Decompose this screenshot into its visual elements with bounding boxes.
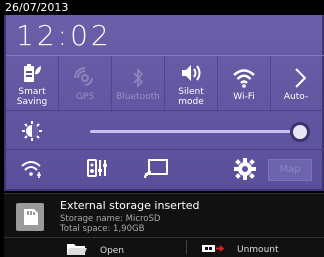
brightness-icon [22,121,42,145]
action-divider [186,240,187,254]
qs-label: GPS [75,91,95,102]
open-label: Open [100,245,125,256]
screen-mirroring-icon[interactable] [143,158,169,184]
storage-notification[interactable]: External storage inserted Storage name: … [4,193,324,257]
wifi-icon [232,67,256,89]
bluetooth-icon [131,67,145,89]
qs-smart-saving[interactable]: Smart Saving [6,56,59,112]
tools-row: Map [6,151,324,189]
qs-label: Smart Saving [16,86,48,107]
silent-mode-icon [179,62,203,84]
map-button[interactable]: Map [268,159,312,181]
smart-saving-icon [22,62,42,84]
notification-storage-name: Storage name: MicroSD [60,214,161,224]
auto-rotate-icon [285,67,307,89]
notification-title: External storage inserted [60,199,200,212]
unmount-label: Unmount [237,244,279,255]
qs-label: Silent mode [178,86,204,107]
notification-total-space: Total space: 1,90GB [60,224,145,234]
sound-settings-icon[interactable] [86,158,110,184]
clock: 12:02 [16,19,112,52]
qs-auto-rotate[interactable]: Auto- [271,56,321,112]
qs-silent-mode[interactable]: Silent mode [165,56,218,112]
quick-settings-row: Smart Saving GPS Bluetooth Silent mode W… [6,55,324,112]
wifi-settings-icon[interactable] [20,158,44,184]
gear-icon[interactable] [234,158,256,184]
qs-gps[interactable]: GPS [59,56,112,112]
open-button[interactable]: Open [66,242,124,257]
qs-label: Auto- [283,91,309,102]
qs-label: Wi-Fi [233,91,255,102]
notification-actions: Open Unmount [4,237,324,257]
brightness-slider-track[interactable] [90,130,302,133]
qs-label: Bluetooth [116,91,160,102]
unmount-icon [201,242,225,257]
gps-icon [74,66,96,89]
notification-panel: 12:02 Smart Saving GPS Bluetooth Silent … [4,15,324,191]
brightness-row [6,112,324,150]
status-bar: 26/07/2013 [0,0,324,15]
unmount-button[interactable]: Unmount [201,242,279,257]
folder-icon [66,242,88,257]
sd-card-icon [16,203,44,231]
status-date: 26/07/2013 [5,1,69,14]
qs-bluetooth[interactable]: Bluetooth [112,56,165,112]
brightness-slider-thumb[interactable] [290,122,310,142]
qs-wifi[interactable]: Wi-Fi [218,56,271,112]
